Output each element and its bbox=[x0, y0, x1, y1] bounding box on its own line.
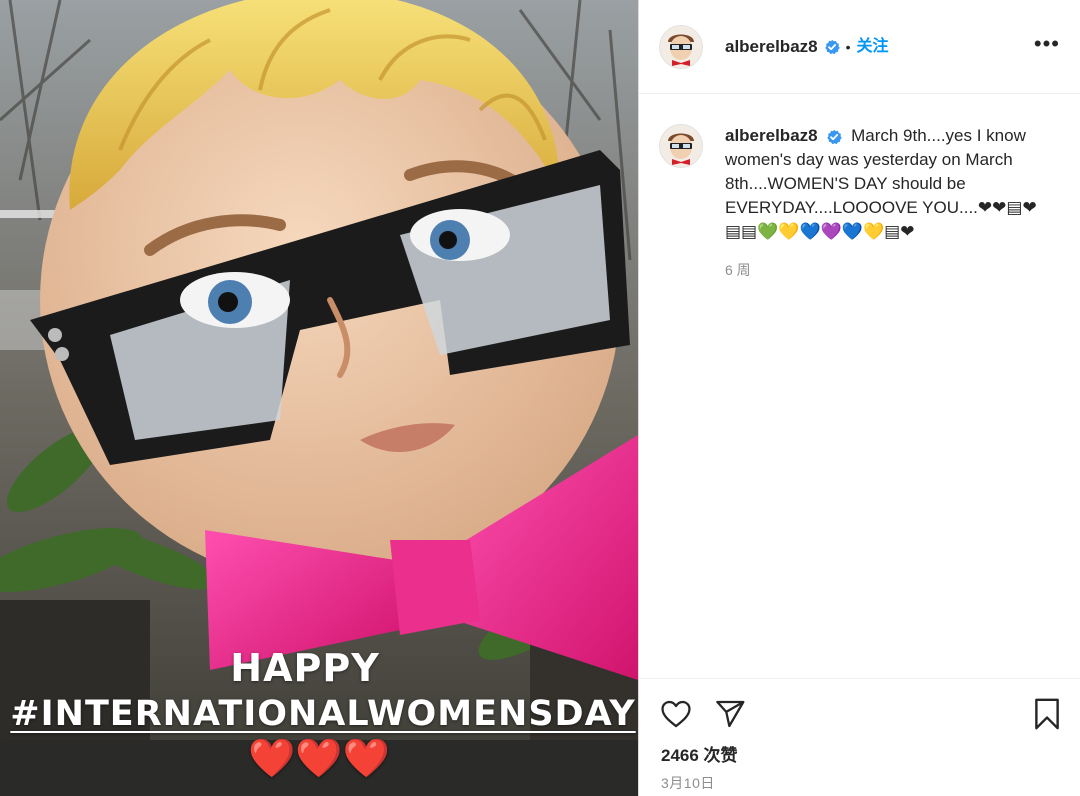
share-icon bbox=[716, 700, 745, 728]
post-username[interactable]: alberelbaz8 bbox=[725, 37, 818, 57]
caption-username[interactable]: alberelbaz8 bbox=[725, 126, 818, 145]
post-header: alberelbaz8 • 关注 ••• bbox=[639, 0, 1080, 94]
like-button[interactable] bbox=[659, 697, 693, 731]
post-date[interactable]: 3月10日 bbox=[661, 773, 715, 793]
verified-badge-icon bbox=[824, 39, 840, 54]
overlay-hearts: ❤️❤️❤️ bbox=[248, 736, 390, 780]
overlay-happy-text: HAPPY bbox=[230, 646, 380, 690]
more-icon[interactable]: ••• bbox=[1034, 33, 1060, 55]
likes-count[interactable]: 2466 次赞 bbox=[661, 741, 738, 766]
post-dialog: HAPPY #INTERNATIONALWOMENSDAY ❤️❤️❤️ alb… bbox=[0, 0, 1080, 796]
share-button[interactable] bbox=[713, 697, 747, 731]
separator-dot: • bbox=[845, 38, 851, 55]
caption: alberelbaz8 March 9th....yes I know wome… bbox=[659, 124, 1064, 282]
verified-badge-icon bbox=[827, 129, 843, 144]
actions-section: 2466 次赞 3月10日 bbox=[639, 678, 1080, 791]
post-side-panel: alberelbaz8 • 关注 ••• alberelbaz8 March 9… bbox=[638, 0, 1080, 796]
caption-time-ago[interactable]: 6 周 bbox=[725, 258, 1061, 282]
post-media[interactable]: HAPPY #INTERNATIONALWOMENSDAY ❤️❤️❤️ bbox=[0, 0, 638, 796]
overlay-hashtag-text: #INTERNATIONALWOMENSDAY bbox=[10, 694, 636, 734]
heart-icon bbox=[661, 700, 691, 728]
caption-body: alberelbaz8 March 9th....yes I know wome… bbox=[725, 124, 1061, 282]
caption-avatar[interactable] bbox=[659, 124, 703, 168]
avatar[interactable] bbox=[659, 24, 703, 69]
action-row bbox=[659, 697, 747, 731]
follow-button[interactable]: 关注 bbox=[857, 32, 889, 56]
bookmark-button[interactable] bbox=[1030, 697, 1064, 731]
bookmark-icon bbox=[1035, 698, 1059, 730]
